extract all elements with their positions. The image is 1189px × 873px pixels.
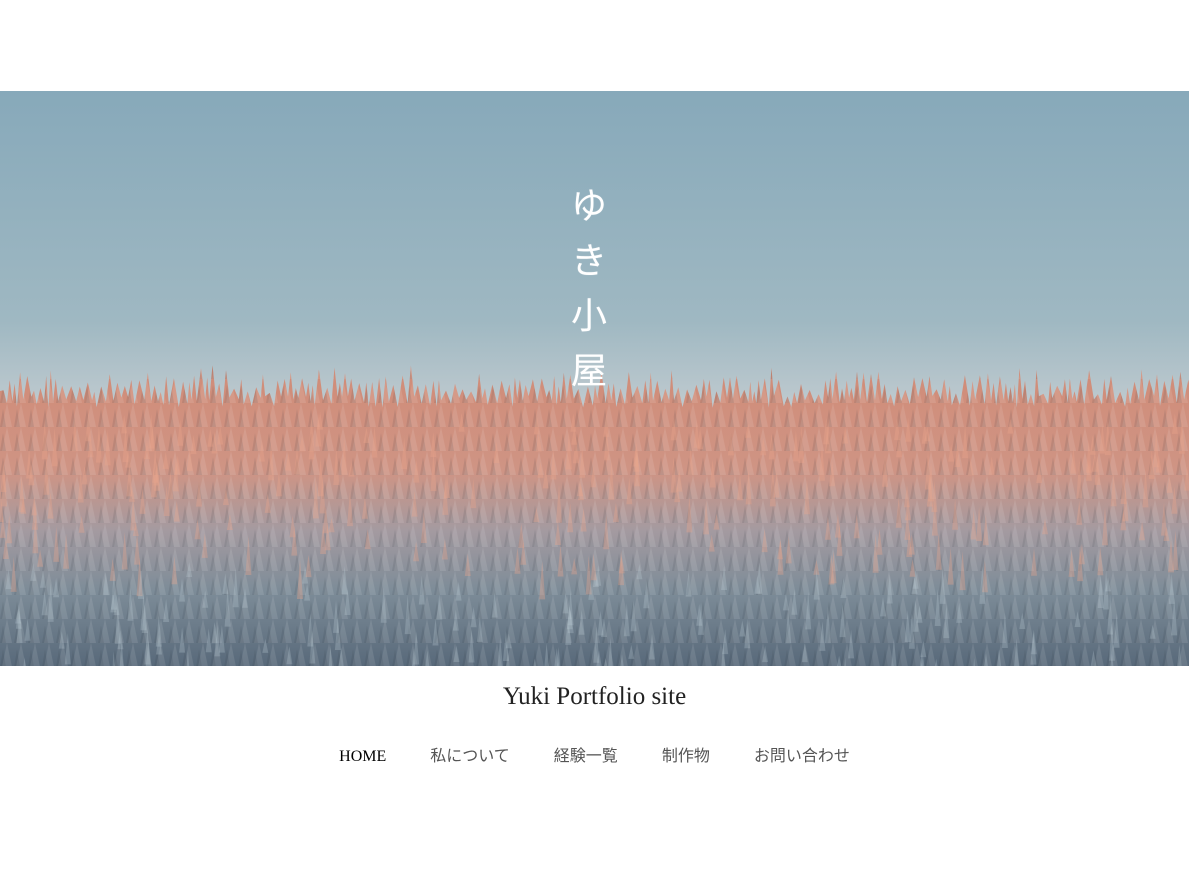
page: ゆき小屋 Yuki Portfolio site HOME 私について 経験一覧… [0,0,1189,873]
nav-item-works[interactable]: 制作物 [640,744,732,770]
nav-item-contact[interactable]: お問い合わせ [732,744,872,770]
global-nav: HOME 私について 経験一覧 制作物 お問い合わせ [0,744,1189,770]
nav-item-about[interactable]: 私について [408,744,532,770]
nav-item-experience[interactable]: 経験一覧 [532,744,640,770]
site-name: Yuki Portfolio site [502,683,687,710]
nav-item-home[interactable]: HOME [317,744,408,770]
hero-banner: ゆき小屋 [0,91,1189,666]
hero-title: ゆき小屋 [570,186,607,392]
